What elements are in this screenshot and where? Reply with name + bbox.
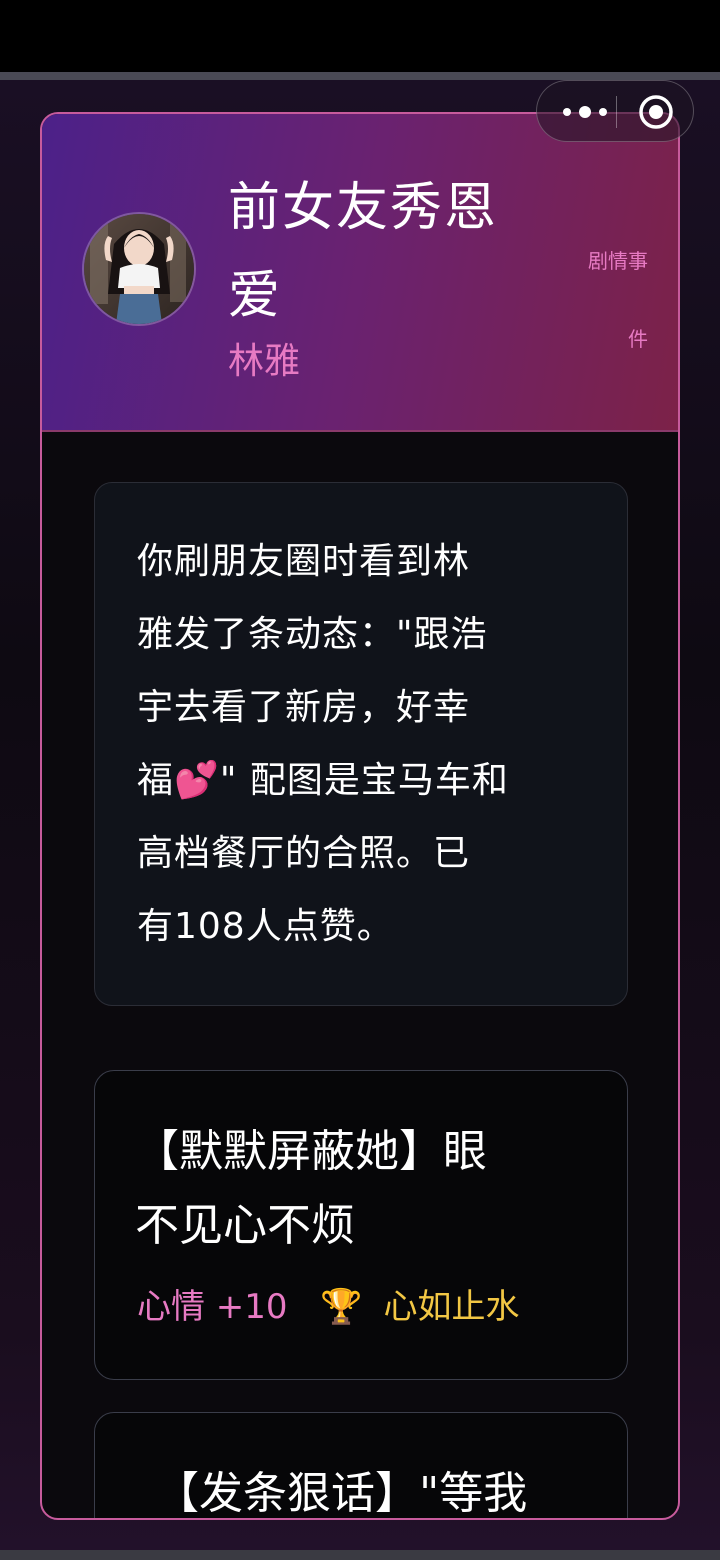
mood-change: 心情 +10 bbox=[137, 1287, 288, 1327]
scene-text: 你刷朋友圈时看到林 雅发了条动态："跟浩 宇去看了新房，好幸 福💕" 配图是宝马… bbox=[137, 541, 509, 947]
close-target-icon[interactable] bbox=[637, 93, 675, 131]
choice-text: 【默默屏蔽她】眼 不见心不烦 bbox=[135, 1126, 487, 1251]
nav-divider bbox=[0, 72, 720, 80]
bottom-bar bbox=[0, 1550, 720, 1560]
scene-description-box: 你刷朋友圈时看到林 雅发了条动态："跟浩 宇去看了新房，好幸 福💕" 配图是宝马… bbox=[94, 482, 628, 1006]
more-icon[interactable] bbox=[557, 97, 613, 127]
mini-program-capsule bbox=[536, 80, 694, 142]
story-title-line2: 爱 bbox=[228, 266, 283, 326]
choice-effects: 心情 +10 🏆 心如止水 bbox=[137, 1285, 520, 1329]
event-type-tag: 剧情事 件 bbox=[570, 222, 648, 378]
character-avatar bbox=[82, 212, 196, 326]
achievement-label: 心如止水 bbox=[383, 1287, 520, 1327]
capsule-separator bbox=[616, 96, 617, 128]
event-type-tag-line2: 件 bbox=[628, 327, 648, 351]
story-card: 前女友秀恩 爱 林雅 剧情事 件 你刷朋友圈时看到林 雅发了条动态："跟浩 宇去… bbox=[40, 112, 680, 1520]
choice-option-2[interactable]: 【发条狠话】"等我 bbox=[94, 1412, 628, 1519]
story-header: 前女友秀恩 爱 林雅 剧情事 件 bbox=[42, 114, 678, 432]
choice-option-1[interactable]: 【默默屏蔽她】眼 不见心不烦 心情 +10 🏆 心如止水 bbox=[94, 1070, 628, 1380]
status-bar bbox=[0, 0, 720, 72]
event-type-tag-line1: 剧情事 bbox=[588, 249, 648, 273]
trophy-icon: 🏆 bbox=[320, 1287, 363, 1327]
story-title: 前女友秀恩 爱 bbox=[228, 164, 548, 340]
story-title-line1: 前女友秀恩 bbox=[228, 178, 499, 238]
choice-text: 【发条狠话】"等我 bbox=[155, 1468, 528, 1519]
character-name: 林雅 bbox=[228, 341, 301, 382]
